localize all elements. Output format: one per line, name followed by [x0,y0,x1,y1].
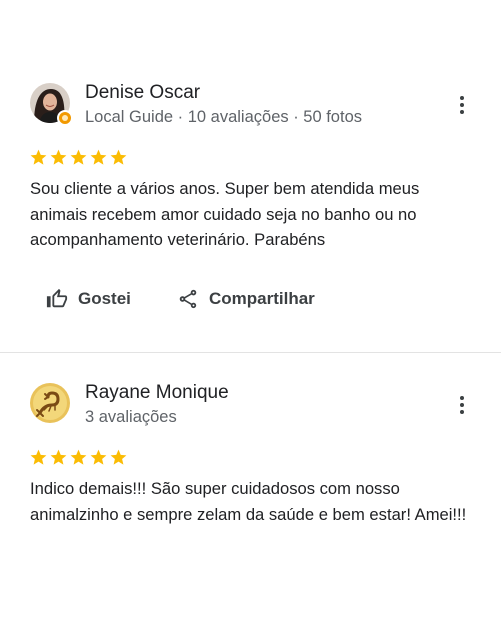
more-vert-icon [460,396,464,400]
star-icon [50,449,67,465]
more-vert-icon [460,96,464,100]
like-button[interactable]: Gostei [46,288,131,310]
reviewer-name[interactable]: Rayane Monique [85,382,229,404]
star-icon [30,149,47,165]
review-text: Sou cliente a vários anos. Super bem ate… [30,179,420,249]
star-icon [110,149,127,165]
reviewer-avatar[interactable] [30,83,73,126]
scorpion-avatar-icon [30,383,70,423]
review-text: Indico demais!!! São super cuidadosos co… [30,479,467,524]
local-guide-badge-icon [57,110,73,126]
more-options-button[interactable] [452,94,472,116]
star-rating [29,148,128,167]
reviewer-avatar[interactable] [30,383,70,423]
reviewer-name[interactable]: Denise Oscar [85,82,200,104]
star-icon [110,449,127,465]
share-label: Compartilhar [209,289,315,308]
review-divider [0,352,501,353]
star-rating [29,448,128,467]
star-icon [90,449,107,465]
share-button[interactable]: Compartilhar [177,288,315,310]
star-icon [30,449,47,465]
thumb-up-icon [46,288,68,308]
more-options-button[interactable] [452,394,472,416]
star-icon [70,449,87,465]
reviewer-meta: 3 avaliações [85,408,177,426]
reviewer-meta: Local Guide · 10 avaliações · 50 fotos [85,108,362,126]
star-icon [90,149,107,165]
like-label: Gostei [78,289,131,308]
share-icon [179,289,197,309]
star-icon [50,149,67,165]
star-icon [70,149,87,165]
